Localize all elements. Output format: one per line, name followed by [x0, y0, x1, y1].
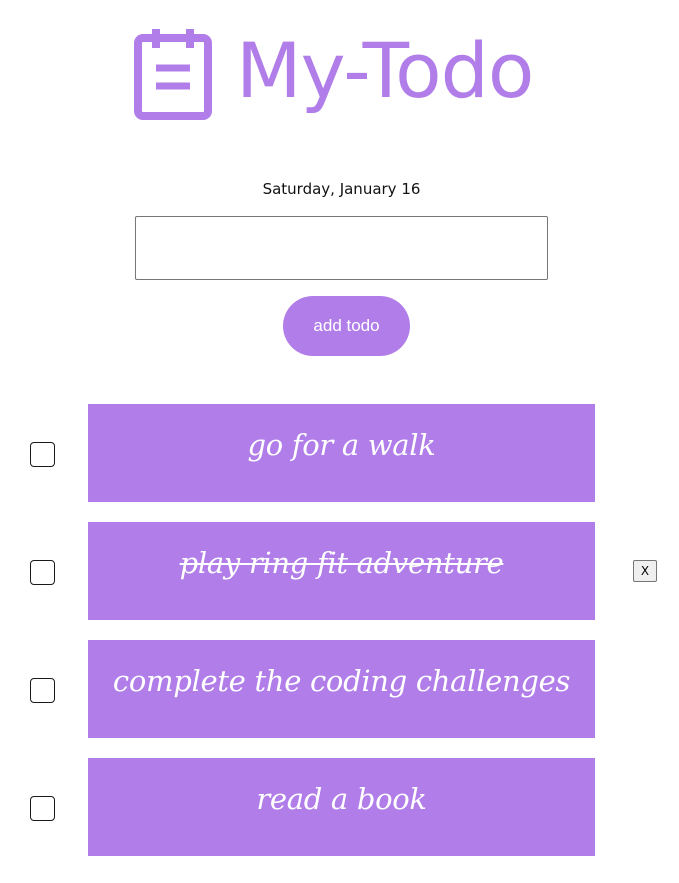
todo-input[interactable]: [135, 216, 548, 280]
todo-checkbox[interactable]: [30, 442, 55, 467]
current-date: Saturday, January 16: [262, 180, 421, 198]
app-header: My-Todo: [134, 18, 534, 128]
add-todo-button[interactable]: add todo: [283, 296, 410, 356]
todo-text: play ring fit adventure: [179, 546, 504, 580]
todo-card[interactable]: go for a walk: [88, 404, 595, 502]
app-title: My-Todo: [236, 26, 534, 115]
todo-text: read a book: [256, 782, 427, 816]
clipboard-icon: [134, 29, 212, 120]
todo-text: go for a walk: [247, 428, 436, 462]
todo-item: read a book: [0, 758, 679, 856]
todo-checkbox[interactable]: [30, 796, 55, 821]
todo-checkbox[interactable]: [30, 560, 55, 585]
todo-item: complete the coding challenges: [0, 640, 679, 738]
todo-card[interactable]: play ring fit adventure: [88, 522, 595, 620]
delete-todo-button[interactable]: X: [633, 560, 657, 582]
todo-card[interactable]: complete the coding challenges: [88, 640, 595, 738]
todo-item: go for a walk: [0, 404, 679, 502]
todo-checkbox[interactable]: [30, 678, 55, 703]
todo-item: play ring fit adventure X: [0, 522, 679, 620]
todo-text: complete the coding challenges: [112, 664, 571, 698]
todo-card[interactable]: read a book: [88, 758, 595, 856]
